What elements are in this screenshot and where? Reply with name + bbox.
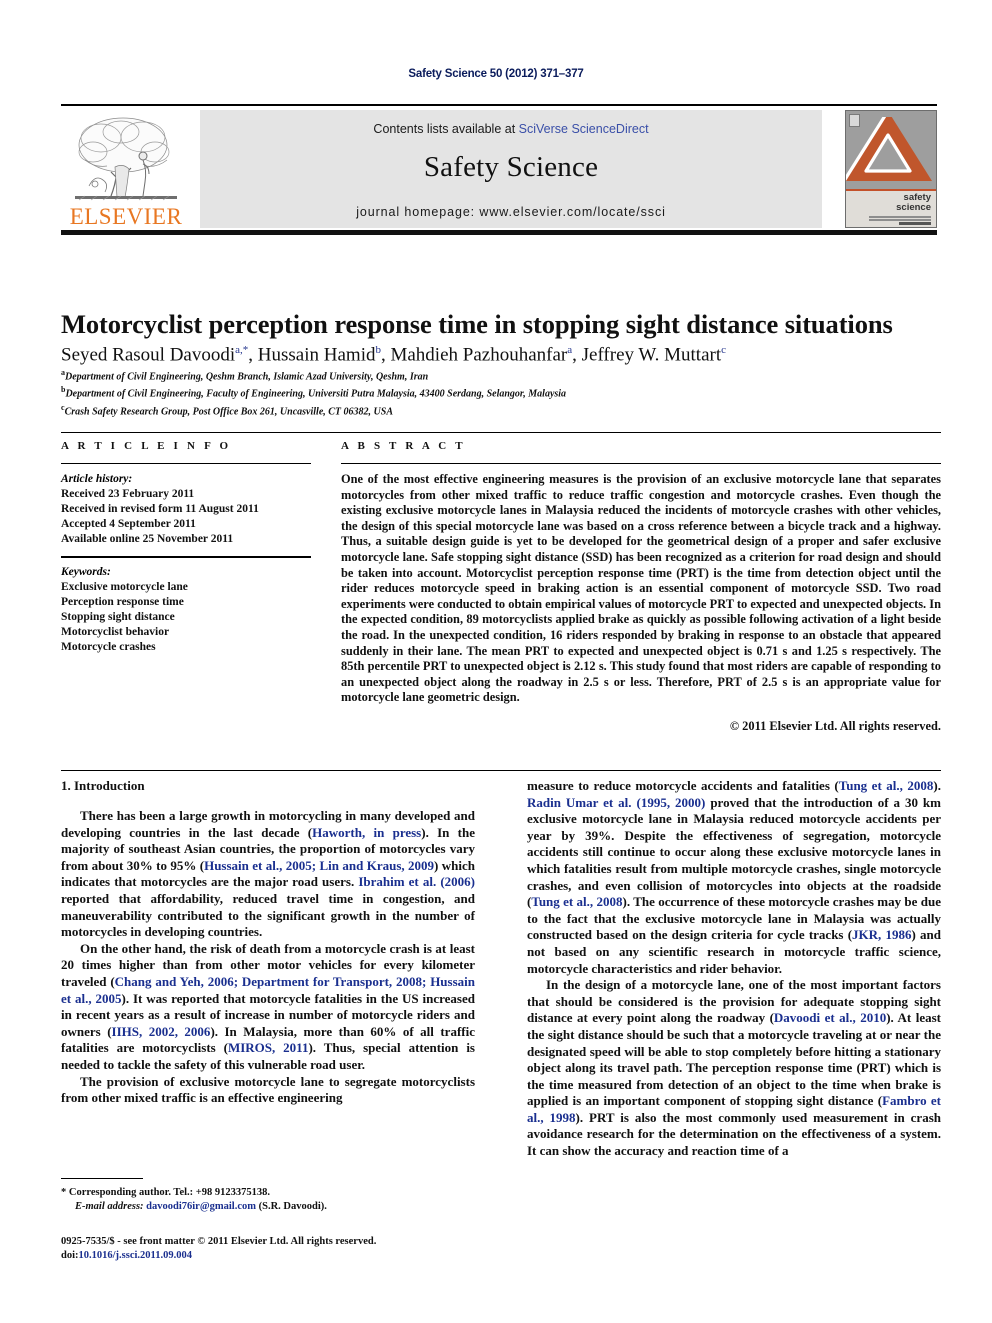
citation-link[interactable]: Radin Umar et al. (1995, 2000) bbox=[527, 795, 705, 810]
affiliation-item: bDepartment of Civil Engineering, Facult… bbox=[61, 383, 941, 400]
journal-title: Safety Science bbox=[423, 151, 599, 183]
abstract-copyright: © 2011 Elsevier Ltd. All rights reserved… bbox=[729, 718, 941, 733]
paragraph-text: reported that affordability, reduced tra… bbox=[61, 890, 475, 940]
citation-link[interactable]: IIHS, 2002, 2006 bbox=[112, 1024, 211, 1039]
article-info-column: A R T I C L E I N F O Article history: R… bbox=[61, 440, 311, 655]
citation-link[interactable]: Hussain et al., 2005; Lin and Kraus, 200… bbox=[204, 858, 434, 873]
author-affiliation-mark: a,* bbox=[235, 344, 249, 356]
affiliation-text: Department of Civil Engineering, Qeshm B… bbox=[65, 371, 429, 383]
body-paragraph: In the design of a motorcycle lane, one … bbox=[527, 977, 941, 1160]
article-info-heading: A R T I C L E I N F O bbox=[61, 440, 232, 452]
affiliation-item: cCrash Safety Research Group, Post Offic… bbox=[61, 401, 941, 418]
cover-subtext-lines bbox=[869, 216, 931, 226]
keyword-item: Motorcycle crashes bbox=[61, 641, 156, 653]
issn-copyright-line: 0925-7535/$ - see front matter © 2011 El… bbox=[61, 1236, 377, 1247]
keyword-item: Perception response time bbox=[61, 596, 184, 608]
cover-journal-title: safety science bbox=[896, 193, 931, 212]
article-history-item: Received 23 February 2011 bbox=[61, 488, 195, 500]
cover-artwork bbox=[846, 111, 936, 189]
elsevier-wordmark: ELSEVIER bbox=[69, 204, 183, 229]
section-heading-introduction: 1. Introduction bbox=[61, 778, 145, 793]
doi-link[interactable]: 10.1016/j.ssci.2011.09.004 bbox=[79, 1250, 192, 1261]
footnote-rule bbox=[61, 1178, 143, 1179]
citation-link[interactable]: MIROS, 2011 bbox=[228, 1040, 309, 1055]
abstract-text: One of the most effective engineering me… bbox=[341, 472, 941, 705]
citation-link[interactable]: JKR, 1986 bbox=[852, 927, 911, 942]
journal-masthead: ELSEVIER Contents lists available at Sci… bbox=[61, 104, 937, 235]
author-affiliation-mark: b bbox=[375, 344, 381, 356]
affiliation-text: Department of Civil Engineering, Faculty… bbox=[65, 388, 567, 400]
citation-link[interactable]: Ibrahim et al. (2006) bbox=[358, 874, 475, 889]
affiliation-item: aDepartment of Civil Engineering, Qeshm … bbox=[61, 366, 941, 383]
contents-available-line: Contents lists available at SciVerse Sci… bbox=[373, 122, 648, 136]
info-abstract-bottom-rule bbox=[61, 770, 941, 771]
footnote-corresponding-author: * Corresponding author. Tel.: +98 912337… bbox=[61, 1187, 271, 1198]
author-affiliation-mark: a bbox=[567, 344, 573, 356]
author-name: Jeffrey W. Muttart bbox=[581, 344, 722, 366]
corresponding-author-footnote: * Corresponding author. Tel.: +98 912337… bbox=[61, 1178, 475, 1213]
keywords-label: Keywords: bbox=[61, 566, 111, 578]
body-column-left: 1. Introduction There has been a large g… bbox=[61, 778, 475, 1107]
keyword-item: Exclusive motorcycle lane bbox=[61, 581, 188, 593]
body-column-right: measure to reduce motorcycle accidents a… bbox=[527, 778, 941, 1160]
affiliation-list: aDepartment of Civil Engineering, Qeshm … bbox=[61, 366, 941, 418]
author-name: Mahdieh Pazhouhanfar bbox=[390, 344, 568, 366]
footnote-email-line: E-mail address: davoodi76ir@gmail.com (S… bbox=[61, 1200, 475, 1214]
article-info-rule bbox=[61, 463, 311, 464]
body-paragraph: There has been a large growth in motorcy… bbox=[61, 808, 475, 941]
journal-article-page: Safety Science 50 (2012) 371–377 ELSEVIE… bbox=[0, 0, 992, 1323]
info-abstract-top-rule bbox=[61, 432, 941, 433]
keyword-item: Motorcyclist behavior bbox=[61, 626, 170, 638]
paragraph-text: The provision of exclusive motorcycle la… bbox=[61, 1073, 475, 1106]
masthead-top-rule bbox=[61, 104, 937, 106]
email-label: E-mail address: bbox=[75, 1200, 144, 1212]
journal-homepage-link[interactable]: journal homepage: www.elsevier.com/locat… bbox=[356, 205, 666, 219]
citation-link[interactable]: Haworth, in press bbox=[312, 825, 421, 840]
elsevier-logo: ELSEVIER bbox=[65, 110, 187, 228]
contents-prefix-text: Contents lists available at bbox=[373, 122, 519, 136]
affiliation-text: Crash Safety Research Group, Post Office… bbox=[64, 405, 393, 417]
abstract-rule bbox=[341, 463, 941, 464]
journal-banner: Contents lists available at SciVerse Sci… bbox=[200, 110, 822, 228]
journal-cover-thumbnail: safety science bbox=[845, 110, 937, 228]
citation-link[interactable]: Davoodi et al., 2010 bbox=[774, 1010, 886, 1025]
paragraph-text: proved that the introduction of a 30 km … bbox=[527, 794, 941, 910]
elsevier-tree-icon bbox=[71, 112, 181, 204]
body-paragraph: measure to reduce motorcycle accidents a… bbox=[527, 778, 941, 977]
paragraph-text: measure to reduce motorcycle accidents a… bbox=[527, 778, 839, 793]
doi-label: doi: bbox=[61, 1249, 79, 1261]
paragraph-text: ). bbox=[933, 778, 942, 793]
keyword-item: Stopping sight distance bbox=[61, 611, 175, 623]
keywords-rule bbox=[61, 556, 311, 558]
author-name: Seyed Rasoul Davoodi bbox=[61, 344, 236, 366]
paragraph-text: ). PRT is also the most commonly used me… bbox=[527, 1109, 941, 1159]
citation-link[interactable]: Tung et al., 2008 bbox=[839, 778, 934, 793]
email-owner: (S.R. Davoodi). bbox=[258, 1200, 327, 1212]
article-history-item: Accepted 4 September 2011 bbox=[61, 518, 196, 530]
colophon: 0925-7535/$ - see front matter © 2011 El… bbox=[61, 1235, 541, 1262]
article-history-item: Received in revised form 11 August 2011 bbox=[61, 503, 259, 515]
penrose-triangle-icon bbox=[846, 117, 932, 181]
running-head-citation: Safety Science 50 (2012) 371–377 bbox=[408, 68, 584, 80]
article-history-label: Article history: bbox=[61, 473, 133, 485]
sciencedirect-link[interactable]: SciVerse ScienceDirect bbox=[519, 122, 649, 136]
cover-title-line-2: science bbox=[896, 201, 931, 213]
article-history-item: Available online 25 November 2011 bbox=[61, 533, 234, 545]
abstract-column: A B S T R A C T One of the most effectiv… bbox=[341, 440, 941, 734]
cover-title-plate: safety science bbox=[846, 189, 936, 227]
author-list: Seyed Rasoul Davoodia,*, Hussain Hamidb,… bbox=[61, 344, 727, 366]
body-paragraph: On the other hand, the risk of death fro… bbox=[61, 941, 475, 1074]
citation-link[interactable]: Tung et al., 2008 bbox=[531, 894, 622, 909]
email-link[interactable]: davoodi76ir@gmail.com bbox=[146, 1201, 256, 1212]
author-affiliation-mark: c bbox=[721, 344, 727, 356]
abstract-heading: A B S T R A C T bbox=[341, 440, 466, 452]
masthead-bottom-rule bbox=[61, 230, 937, 235]
page-title: Motorcyclist perception response time in… bbox=[61, 308, 893, 339]
body-paragraph: The provision of exclusive motorcycle la… bbox=[61, 1074, 475, 1107]
author-name: Hussain Hamid bbox=[257, 344, 376, 366]
doi-line: doi:10.1016/j.ssci.2011.09.004 bbox=[61, 1249, 541, 1263]
